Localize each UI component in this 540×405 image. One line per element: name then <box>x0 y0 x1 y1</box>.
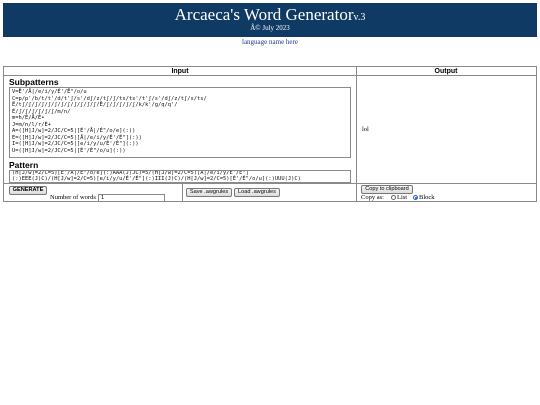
app-title-text: Arcaeca's Word Generator <box>174 5 354 24</box>
copy-as-block-label[interactable]: Block <box>419 194 435 202</box>
generator-table: Input Output Subpatterns V=Ë'/Å|/e/i/y/É… <box>3 66 537 202</box>
generate-button[interactable]: GENERATE <box>9 186 47 195</box>
copy-to-clipboard-button[interactable]: Copy to clipboard <box>361 185 413 194</box>
output-result: lol <box>362 126 369 133</box>
version-label: v.3 <box>353 12 366 23</box>
subpatterns-textarea[interactable]: V=Ë'/Å|/e/i/y/É'/Ë"/o/u C=p/p'/b/t/t'/d/… <box>9 87 351 158</box>
copy-as-list-radio[interactable] <box>391 195 396 200</box>
controls-divider-vertical <box>182 183 183 201</box>
copy-as-list-label[interactable]: List <box>397 194 407 202</box>
pattern-heading: Pattern <box>9 160 39 170</box>
copy-as-label: Copy as: <box>361 194 384 201</box>
language-name-link[interactable]: language name here <box>0 38 540 46</box>
app-header: Arcaeca's Word Generatorv.3 Â© July 2023 <box>3 3 537 37</box>
copy-as-block-radio[interactable] <box>413 195 418 200</box>
save-rules-button[interactable]: Save .awgrules <box>186 188 232 197</box>
number-of-words-label: Number of words <box>50 194 96 201</box>
subpatterns-heading: Subpatterns <box>9 77 59 87</box>
copyright-date: Â© July 2023 <box>250 24 290 32</box>
controls-divider <box>4 183 536 184</box>
number-of-words-input[interactable]: 1 <box>98 194 165 202</box>
pattern-textarea[interactable]: (H[J/w]=2/C=5)[É'/Å|/É"/o/e](:)AAA(J)JC)… <box>9 170 351 183</box>
load-rules-button[interactable]: Load .awgrules <box>234 188 280 197</box>
column-divider <box>356 67 357 201</box>
input-column-header: Input <box>4 67 356 76</box>
output-column-header: Output <box>356 67 536 76</box>
